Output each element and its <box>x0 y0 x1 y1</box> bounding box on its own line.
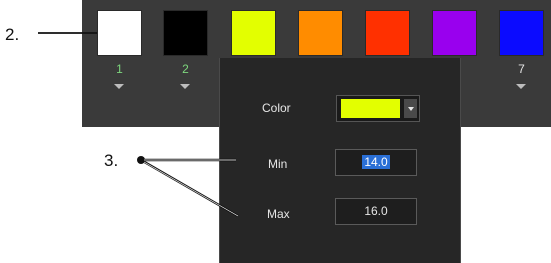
color-picker[interactable] <box>336 95 420 122</box>
color-preview <box>341 99 400 118</box>
color-label: Color <box>262 101 291 115</box>
swatch-7-dropdown-arrow-icon[interactable] <box>516 84 526 89</box>
max-field[interactable]: 16.0 <box>335 198 417 225</box>
max-label: Max <box>267 207 290 221</box>
max-field-value: 16.0 <box>364 204 388 218</box>
callout-label-3: 3. <box>104 151 119 170</box>
swatch-7-number: 7 <box>518 62 525 76</box>
swatch-4[interactable] <box>298 10 343 56</box>
color-range-popup: Color Min 14.0 Max 16.0 <box>219 58 461 263</box>
callout-dot-3 <box>137 156 145 164</box>
swatch-2-number: 2 <box>182 62 189 76</box>
chevron-down-icon <box>407 106 414 111</box>
swatch-3[interactable] <box>231 10 276 56</box>
swatch-6[interactable] <box>432 10 477 56</box>
callout-label-2: 2. <box>5 25 20 44</box>
min-field-value: 14.0 <box>362 155 390 169</box>
color-dropdown-button[interactable] <box>404 99 417 118</box>
swatch-1-dropdown-arrow-icon[interactable] <box>114 84 124 89</box>
swatch-2[interactable] <box>163 10 208 56</box>
min-field[interactable]: 14.0 <box>335 149 417 176</box>
swatch-7[interactable] <box>499 10 544 56</box>
min-label: Min <box>268 157 288 171</box>
swatch-1[interactable] <box>97 10 142 56</box>
swatch-5[interactable] <box>365 10 410 56</box>
swatch-1-number: 1 <box>116 62 123 76</box>
swatch-2-dropdown-arrow-icon[interactable] <box>180 84 190 89</box>
